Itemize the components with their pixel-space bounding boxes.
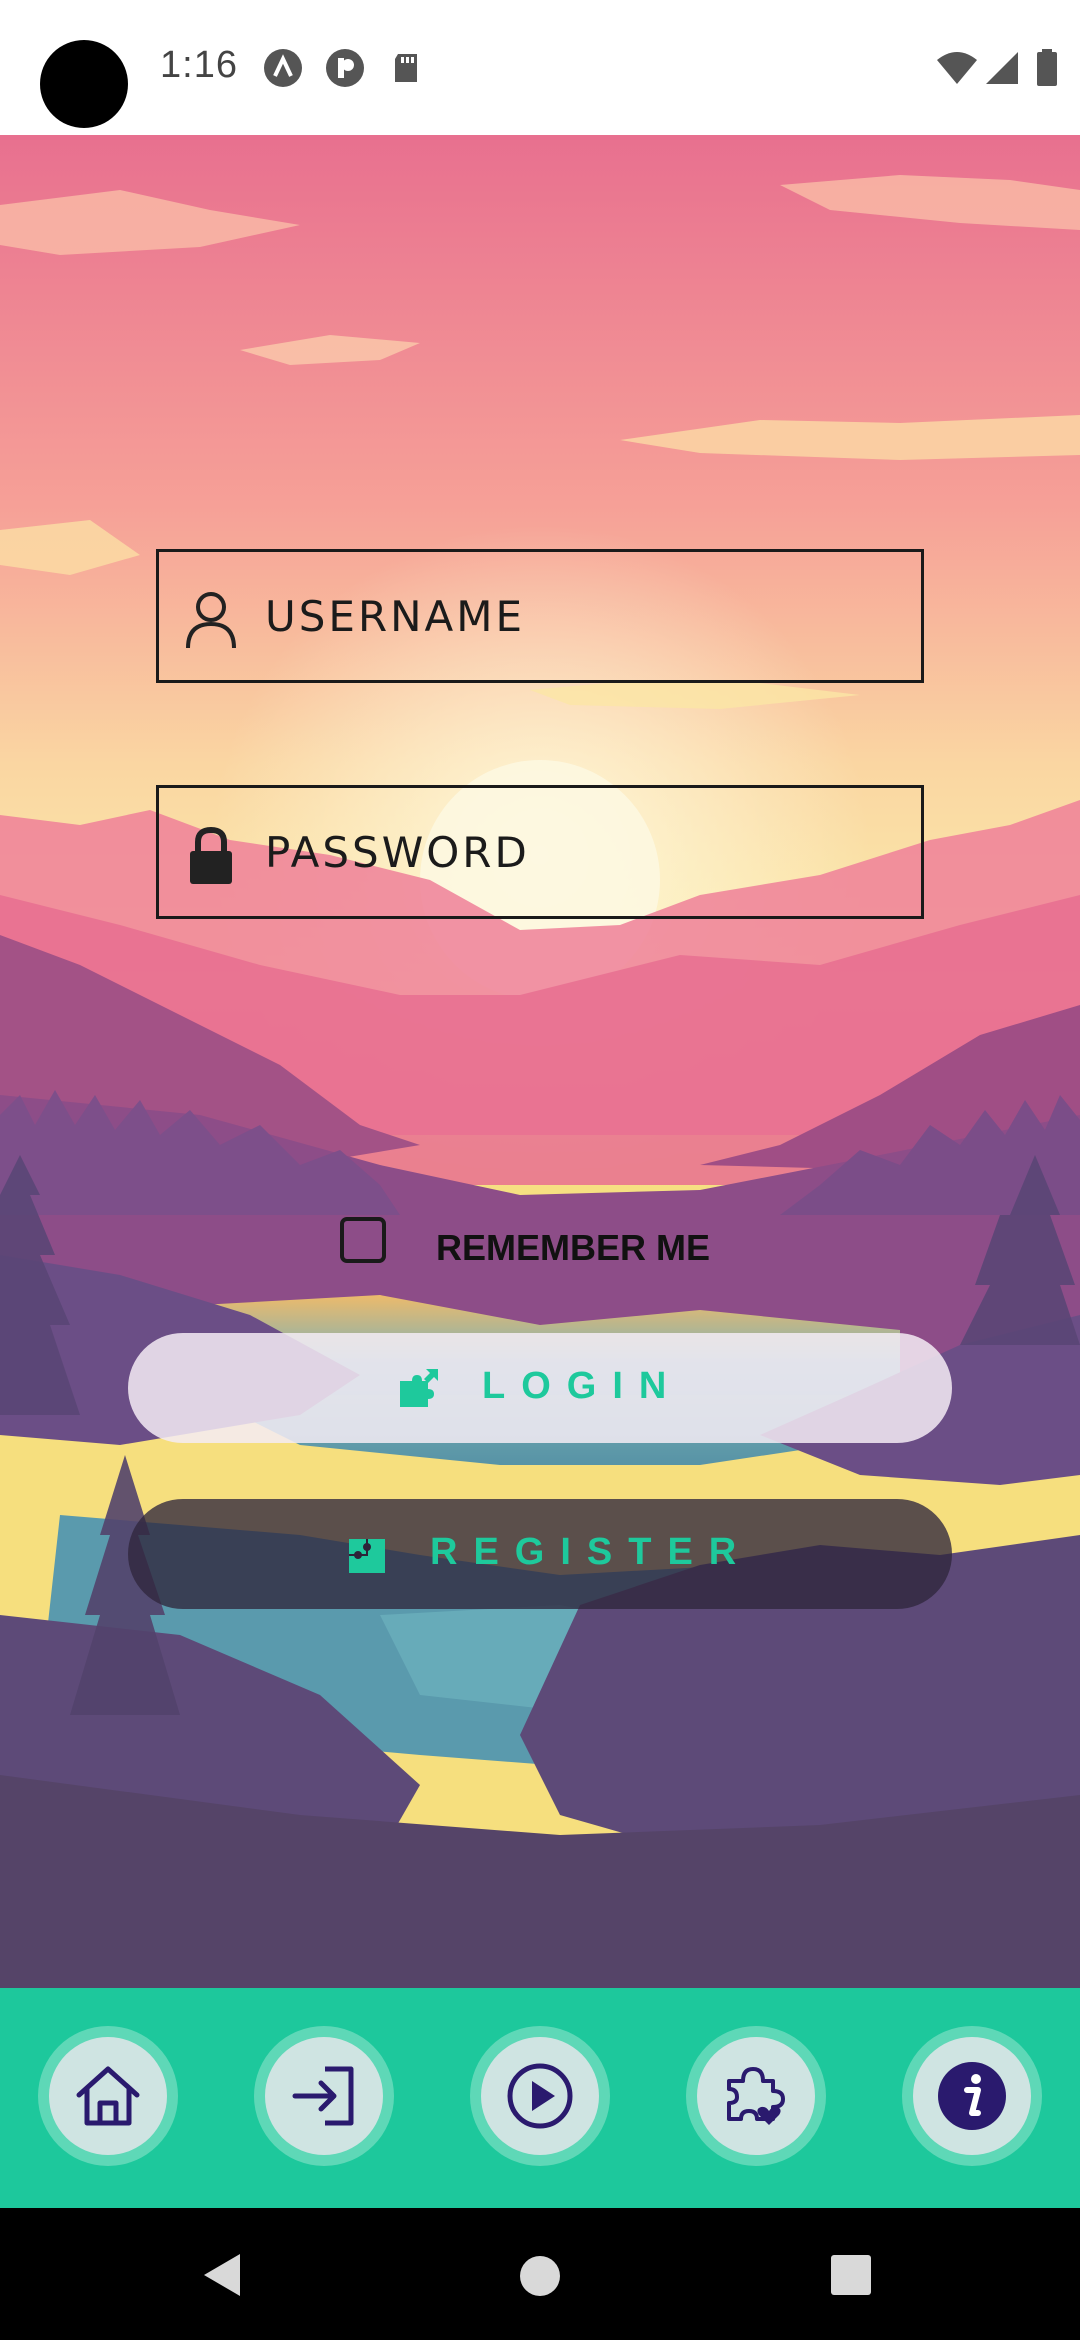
- puzzle-heart-icon: [727, 2067, 785, 2125]
- puzzle-login-icon: [400, 1369, 438, 1407]
- home-icon: [76, 2066, 140, 2126]
- login-button[interactable]: LOGIN: [128, 1333, 952, 1443]
- back-icon[interactable]: [200, 2252, 246, 2298]
- remember-me-checkbox[interactable]: [340, 1217, 386, 1263]
- landscape-background: [0, 135, 1080, 1988]
- battery-icon: [1037, 49, 1057, 86]
- system-navigation-bar: [0, 2208, 1080, 2340]
- recents-icon[interactable]: [830, 2254, 872, 2296]
- status-time: 1:16: [160, 44, 238, 86]
- play-icon: [507, 2063, 573, 2129]
- signal-icon: [986, 52, 1018, 84]
- bottom-navigation: [0, 1988, 1080, 2208]
- login-arrow-icon: [292, 2066, 354, 2126]
- nav-home-button[interactable]: [38, 2026, 178, 2166]
- username-field[interactable]: USERNAME: [156, 549, 924, 683]
- lock-icon: [190, 826, 232, 884]
- status-bar: 1:16: [0, 0, 1080, 135]
- camera-cutout: [40, 40, 128, 128]
- user-icon: [186, 592, 236, 649]
- nav-play-button[interactable]: [470, 2026, 610, 2166]
- puzzle-register-icon: [349, 1539, 385, 1573]
- password-field[interactable]: PASSWORD: [156, 785, 924, 919]
- app-a-icon: [264, 49, 302, 87]
- nav-info-button[interactable]: [902, 2026, 1042, 2166]
- app-p-icon: [326, 49, 364, 87]
- password-placeholder: PASSWORD: [265, 828, 530, 877]
- wifi-icon: [937, 52, 977, 84]
- register-button[interactable]: REGISTER: [128, 1499, 952, 1609]
- nav-login-button[interactable]: [254, 2026, 394, 2166]
- remember-me-label: REMEMBER ME: [436, 1227, 711, 1268]
- sd-card-icon: [395, 54, 417, 82]
- login-label: LOGIN: [482, 1365, 683, 1407]
- username-placeholder: USERNAME: [265, 592, 526, 641]
- home-circle-icon[interactable]: [518, 2254, 562, 2298]
- nav-favorites-button[interactable]: [686, 2026, 826, 2166]
- info-icon: [938, 2062, 1006, 2130]
- login-screen: USERNAME PASSWORD REMEMBER ME LOGIN REGI…: [0, 135, 1080, 1988]
- register-label: REGISTER: [430, 1531, 753, 1573]
